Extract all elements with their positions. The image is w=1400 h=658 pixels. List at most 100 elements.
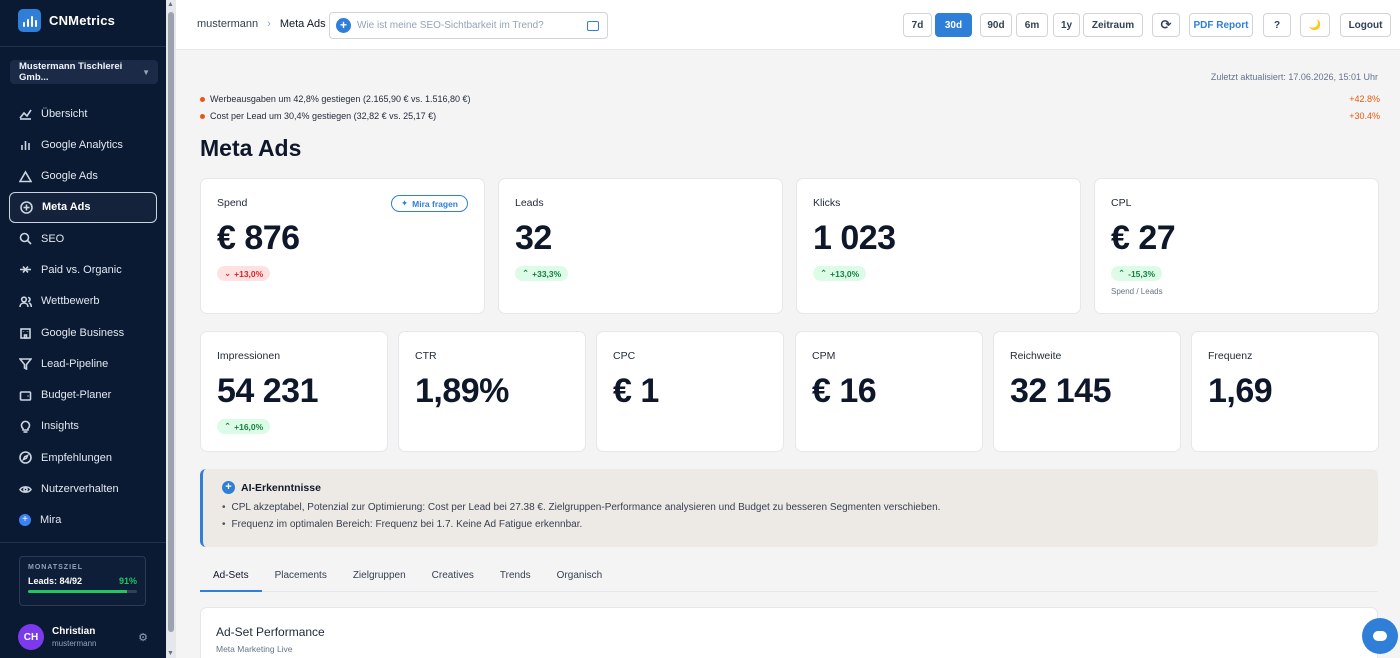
arrow-up-icon: ⌃ <box>1118 268 1126 278</box>
kpi-card-reichweite: Reichweite 32 145 <box>993 331 1181 452</box>
sidebar-item-label: Wettbewerb <box>41 295 100 308</box>
kpi-card-cpl: CPL € 27 ⌃ -15,3% Spend / Leads <box>1094 178 1379 314</box>
sidebar-scrollbar[interactable]: ▲ ▼ <box>166 0 176 658</box>
kpi-value: 1,89% <box>415 372 509 410</box>
ai-search-input[interactable]: + Wie ist meine SEO-Sichtbarkeit im Tren… <box>329 12 608 39</box>
settings-gear-icon[interactable]: ⚙ <box>138 631 148 644</box>
scrollbar-thumb[interactable] <box>168 12 174 632</box>
logout-button[interactable]: Logout <box>1340 13 1391 37</box>
refresh-button[interactable]: ⟳ <box>1152 13 1180 37</box>
brand[interactable]: CNMetrics <box>0 0 166 40</box>
kpi-card-leads: Leads 32 ⌃ +33,3% <box>498 178 783 314</box>
breadcrumb-root[interactable]: mustermann <box>197 18 258 30</box>
kpi-card-frequenz: Frequenz 1,69 <box>1191 331 1379 452</box>
top-bar: mustermann › Meta Ads + Wie ist meine SE… <box>176 0 1400 50</box>
triangle-icon <box>19 169 32 182</box>
sidebar-nav: Übersicht Google Analytics Google Ads Meta … <box>0 98 166 536</box>
sidebar-item-seo[interactable]: SEO <box>9 223 157 254</box>
sidebar-item-google-business[interactable]: Google Business <box>9 317 157 348</box>
compare-icon <box>20 266 31 274</box>
sidebar-item-google-ads[interactable]: Google Ads <box>9 161 157 192</box>
building-icon <box>20 328 31 339</box>
pdf-report-button[interactable]: PDF Report <box>1189 13 1253 37</box>
kpi-change-value: +13,0% <box>830 268 860 279</box>
user-profile[interactable]: CH Christian mustermann ⚙ <box>0 616 166 658</box>
scroll-down-icon[interactable]: ▼ <box>167 650 174 657</box>
range-button-7d[interactable]: 7d <box>903 13 932 37</box>
tab-placements[interactable]: Placements <box>262 564 340 592</box>
kpi-label: Frequenz <box>1208 350 1253 362</box>
chat-bubble-icon <box>1373 631 1387 641</box>
range-button-6m[interactable]: 6m <box>1016 13 1048 37</box>
sidebar-item-label: Google Business <box>41 326 125 339</box>
arrow-up-icon: ⌃ <box>522 268 530 278</box>
ai-insight-item: Frequenz im optimalen Bereich: Frequenz … <box>222 519 940 530</box>
tab-organisch[interactable]: Organisch <box>544 564 616 592</box>
search-placeholder: Wie ist meine SEO-Sichtbarkeit im Trend? <box>357 20 544 31</box>
panel-title: Ad-Set Performance <box>216 625 325 639</box>
search-icon <box>19 232 32 245</box>
sidebar-item-übersicht[interactable]: Übersicht <box>9 98 157 129</box>
breadcrumb-separator: › <box>267 18 271 30</box>
sidebar: CNMetrics Mustermann Tischlerei Gmb... ▼… <box>0 0 166 658</box>
range-button-30d[interactable]: 30d <box>935 13 972 37</box>
ai-insight-text: CPL akzeptabel, Potenzial zur Optimierun… <box>231 502 941 513</box>
sidebar-item-empfehlungen[interactable]: Empfehlungen <box>9 442 157 473</box>
kpi-value: 1,69 <box>1208 372 1273 410</box>
kpi-value: € 27 <box>1111 219 1176 257</box>
ai-insights-list: CPL akzeptabel, Potenzial zur Optimierun… <box>222 502 941 536</box>
chat-launcher-button[interactable] <box>1362 618 1398 654</box>
breadcrumb: mustermann › Meta Ads <box>197 18 326 30</box>
alert-dot-icon <box>200 96 205 102</box>
monthly-goal-percent: 91% <box>118 576 137 586</box>
sidebar-item-wettbewerb[interactable]: Wettbewerb <box>9 286 157 317</box>
mira-plus-icon: + <box>336 18 351 33</box>
panel-subtitle: Meta Marketing Live <box>216 644 293 654</box>
eye-icon <box>19 485 32 493</box>
mira-icon: + <box>19 514 31 527</box>
kpi-value: € 1 <box>613 372 659 410</box>
sidebar-item-label: Google Analytics <box>41 138 123 151</box>
kpi-card-cpm: CPM € 16 <box>795 331 983 452</box>
page-title: Meta Ads <box>200 135 302 161</box>
kpi-change-badge: ⌃ +33,3% <box>515 266 569 281</box>
sidebar-item-meta-ads[interactable]: Meta Ads <box>9 191 157 223</box>
ai-insights-panel: + AI-Erkenntnisse CPL akzeptabel, Potenz… <box>200 469 1378 547</box>
sidebar-item-label: Budget-Planer <box>41 389 112 402</box>
ask-mira-button[interactable]: ✦ Mira fragen <box>391 195 468 212</box>
kpi-change-badge: ⌃ +13,0% <box>813 266 867 281</box>
sidebar-item-insights[interactable]: Insights <box>9 411 157 442</box>
alert-dot-icon <box>200 113 205 119</box>
sidebar-item-google-analytics[interactable]: Google Analytics <box>9 129 157 160</box>
theme-toggle-moon-icon[interactable]: 🌙 <box>1300 13 1330 37</box>
range-button-zeitraum[interactable]: Zeitraum <box>1083 13 1143 37</box>
arrow-up-icon: ⌃ <box>224 421 232 431</box>
tab-ad-sets[interactable]: Ad-Sets <box>200 564 262 592</box>
sidebar-item-paid-vs-organic[interactable]: Paid vs. Organic <box>9 254 157 285</box>
tab-creatives[interactable]: Creatives <box>419 564 487 592</box>
kpi-label: CPM <box>812 350 836 362</box>
avatar: CH <box>18 624 44 650</box>
kpi-change-value: +16,0% <box>234 421 264 432</box>
kpi-change-value: -15,3% <box>1128 268 1156 279</box>
sidebar-item-nutzerverhalten[interactable]: Nutzerverhalten <box>9 474 157 505</box>
ai-insight-text: Frequenz im optimalen Bereich: Frequenz … <box>231 519 583 530</box>
range-button-1y[interactable]: 1y <box>1053 13 1080 37</box>
wallet-icon <box>19 390 32 401</box>
kpi-label: Klicks <box>813 197 841 209</box>
sidebar-item-lead-pipeline[interactable]: Lead-Pipeline <box>9 348 157 379</box>
chat-bubble-icon[interactable] <box>587 20 599 31</box>
kpi-value: 54 231 <box>217 372 319 410</box>
chevron-down-icon: ▼ <box>142 67 150 77</box>
sidebar-item-budget-planer[interactable]: Budget-Planer <box>9 380 157 411</box>
help-button[interactable]: ? <box>1263 13 1291 37</box>
ad-set-performance-panel: Ad-Set Performance Meta Marketing Live <box>200 607 1378 658</box>
tab-trends[interactable]: Trends <box>487 564 544 592</box>
range-button-90d[interactable]: 90d <box>980 13 1012 37</box>
tab-zielgruppen[interactable]: Zielgruppen <box>340 564 419 592</box>
scroll-up-icon[interactable]: ▲ <box>167 1 174 8</box>
organization-select[interactable]: Mustermann Tischlerei Gmb... ▼ <box>10 60 158 84</box>
bar-chart-icon <box>21 141 30 151</box>
sidebar-item-mira[interactable]: + Mira <box>9 505 157 536</box>
brand-logo-icon <box>18 8 41 32</box>
